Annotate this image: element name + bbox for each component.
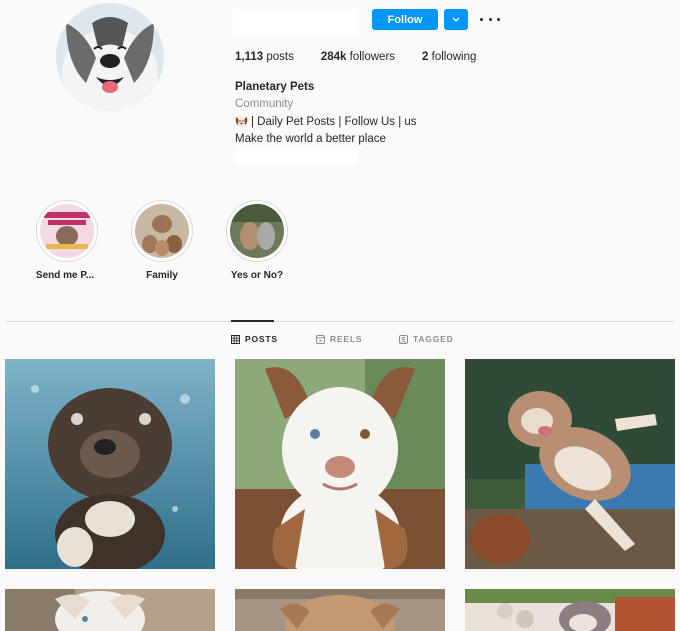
- posts-count: 1,113: [235, 51, 264, 63]
- tab-reels[interactable]: REELS: [316, 334, 362, 344]
- follow-button[interactable]: Follow: [372, 9, 438, 30]
- profile-category: Community: [235, 98, 294, 110]
- highlight-yes-or-no[interactable]: [226, 200, 288, 262]
- tab-tagged[interactable]: TAGGED: [399, 334, 454, 344]
- tagged-icon: [399, 334, 408, 344]
- tab-label: TAGGED: [413, 334, 454, 344]
- highlight-cover-image: [230, 204, 284, 258]
- dog-emoji-icon: [235, 117, 248, 127]
- profile-stats: 1,113 posts 284k followers 2 following: [235, 51, 503, 63]
- more-options-icon[interactable]: [480, 12, 500, 26]
- suggested-dropdown-button[interactable]: [444, 9, 468, 30]
- highlight-label: Family: [146, 270, 178, 281]
- post-thumbnail[interactable]: [5, 589, 215, 631]
- following-count: 2: [422, 51, 429, 63]
- post-image-tan-dog: [235, 589, 445, 631]
- highlight-label: Send me P...: [35, 270, 95, 281]
- bio-text-1: | Daily Pet Posts | Follow Us | us: [251, 115, 417, 128]
- highlight-send-me-pets[interactable]: [36, 200, 98, 262]
- post-thumbnail[interactable]: [465, 589, 675, 631]
- tab-posts[interactable]: POSTS: [231, 334, 278, 344]
- active-tab-indicator: [231, 320, 274, 322]
- highlight-family[interactable]: [131, 200, 193, 262]
- grid-icon: [231, 334, 240, 344]
- husky-photo: [56, 3, 164, 111]
- post-image-white-puppy: [5, 589, 215, 631]
- bio-line-1: | Daily Pet Posts | Follow Us | us: [235, 115, 417, 128]
- following-label: following: [431, 51, 477, 63]
- reels-icon: [316, 334, 325, 344]
- highlight-cover-image: [135, 204, 189, 258]
- post-image-dog-in-planter: [465, 589, 675, 631]
- post-thumbnail[interactable]: [235, 589, 445, 631]
- tab-label: POSTS: [245, 334, 278, 344]
- posts-label: posts: [266, 51, 294, 63]
- post-thumbnail[interactable]: [465, 359, 675, 569]
- profile-avatar[interactable]: [56, 3, 164, 111]
- tab-label: REELS: [330, 334, 363, 344]
- highlight-cover-image: [40, 204, 94, 258]
- bio-link-redacted: [235, 150, 358, 165]
- followers-stat[interactable]: 284k followers: [321, 51, 395, 63]
- followers-count: 284k: [320, 51, 347, 63]
- posts-stat: 1,113 posts: [235, 51, 294, 63]
- username-redacted: [233, 9, 357, 35]
- followers-label: followers: [349, 51, 396, 63]
- tabs-divider: [5, 321, 675, 322]
- highlight-label: Yes or No?: [230, 270, 284, 281]
- post-image-jumping-dog: [465, 359, 675, 569]
- following-stat[interactable]: 2 following: [422, 51, 476, 63]
- post-image-pitbull-portrait: [235, 359, 445, 569]
- profile-full-name: Planetary Pets: [235, 81, 315, 93]
- bio-line-2: Make the world a better place: [235, 133, 386, 145]
- post-image-underwater-dog: [5, 359, 215, 569]
- post-thumbnail[interactable]: [235, 359, 445, 569]
- chevron-down-icon: [452, 17, 460, 22]
- post-thumbnail[interactable]: [5, 359, 215, 569]
